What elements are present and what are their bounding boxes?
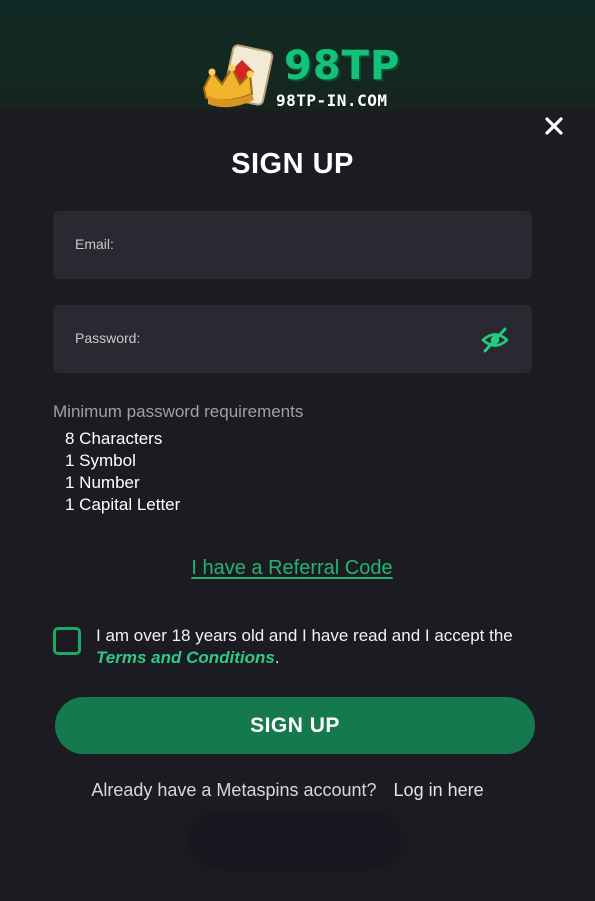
requirement-item: 8 Characters xyxy=(65,429,163,448)
password-requirements-list: 8 Characters 1 Symbol 1 Number 1 Capital… xyxy=(65,428,180,516)
email-field[interactable]: Email: xyxy=(53,211,532,279)
signup-page: 98TP 98TP-IN.COM SIGN UP Email: Password… xyxy=(0,0,595,901)
close-button[interactable] xyxy=(540,112,568,140)
modal-title: SIGN UP xyxy=(231,148,354,180)
age-terms-checkbox[interactable] xyxy=(53,627,81,655)
eye-slash-icon xyxy=(481,327,509,353)
close-icon xyxy=(545,117,563,135)
login-link[interactable]: Log in here xyxy=(394,780,484,800)
brand-logo: 98TP 98TP-IN.COM xyxy=(198,42,401,118)
password-input[interactable] xyxy=(53,305,532,373)
brand-name: 98TP xyxy=(284,43,401,89)
terms-and-conditions-link[interactable]: Terms and Conditions xyxy=(96,648,275,667)
requirement-item: 1 Number xyxy=(65,473,140,492)
email-input[interactable] xyxy=(53,211,532,279)
consent-text: I am over 18 years old and I have read a… xyxy=(96,625,536,669)
login-prompt-row: Already have a Metaspins account? Log in… xyxy=(0,780,575,801)
consent-suffix: . xyxy=(274,648,280,667)
requirement-item: 1 Symbol xyxy=(65,451,136,470)
signup-button[interactable]: SIGN UP xyxy=(55,697,535,754)
toggle-password-visibility-button[interactable] xyxy=(480,325,510,355)
brand-domain: 98TP-IN.COM xyxy=(276,91,388,110)
login-prompt-text: Already have a Metaspins account? xyxy=(91,780,377,800)
background-shadow-bar xyxy=(188,812,402,870)
requirement-item: 1 Capital Letter xyxy=(65,495,181,514)
password-requirements-title: Minimum password requirements xyxy=(53,402,304,421)
consent-prefix: I am over 18 years old and I have read a… xyxy=(96,626,513,645)
password-field[interactable]: Password: xyxy=(53,305,532,373)
crown-cards-logo-icon xyxy=(202,44,274,108)
referral-code-link[interactable]: I have a Referral Code xyxy=(0,557,584,580)
